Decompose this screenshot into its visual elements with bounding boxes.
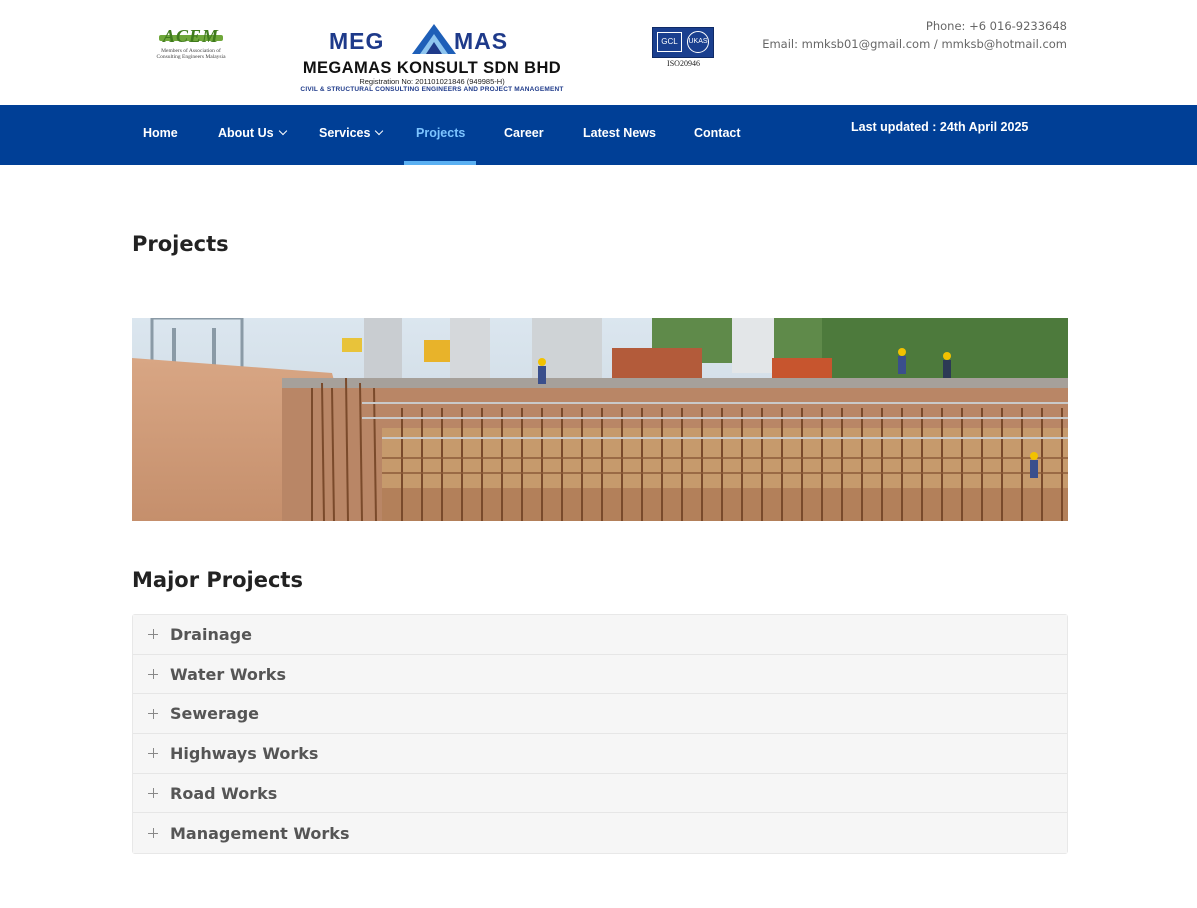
iso-certification-badge: GCL UKAS ISO20946 [652,27,715,68]
accordion-item-highways-works[interactable]: Highways Works [133,734,1067,774]
ukas-check-icon: UKAS [687,31,709,53]
accordion-item-management-works[interactable]: Management Works [133,813,1067,854]
email-text[interactable]: Email: mmksb01@gmail.com / mmksb@hotmail… [762,35,1067,53]
projects-accordion: Drainage Water Works Sewerage Highways W… [132,614,1068,855]
accordion-item-label: Drainage [170,624,252,644]
nav-item-home[interactable]: Home [143,105,178,165]
page-title: Projects [132,232,229,256]
nav-item-projects[interactable]: Projects [416,105,465,165]
logo-word-left: MEG [329,28,385,54]
accordion-item-road-works[interactable]: Road Works [133,773,1067,814]
gcl-logo: GCL [657,32,682,52]
plus-icon [148,629,158,640]
acem-logo-text: Members of Association of Consulting Eng… [156,48,226,60]
accordion-item-label: Water Works [170,664,286,684]
chevron-down-icon [375,126,384,136]
accordion-item-drainage[interactable]: Drainage [133,615,1067,655]
contact-info: Phone: +6 016-9233648 Email: mmksb01@gma… [762,17,1067,53]
plus-icon [148,748,158,759]
nav-item-contact[interactable]: Contact [694,105,741,165]
site-header: ACEM Members of Association of Consultin… [0,0,1197,105]
accordion-item-label: Highways Works [170,743,319,763]
construction-site-banner-image [132,318,1068,521]
chevron-down-icon [278,126,287,136]
acem-logo-mark: ACEM [159,26,223,46]
nav-item-services[interactable]: Services [319,105,384,165]
last-updated-text: Last updated : 24th April 2025 [851,120,1029,134]
accordion-item-label: Road Works [170,783,278,803]
company-name: MEGAMAS KONSULT SDN BHD [302,59,562,77]
iso-code: ISO20946 [667,59,700,68]
accordion-item-label: Management Works [170,823,350,843]
nav-item-latest-news[interactable]: Latest News [583,105,656,165]
accordion-item-water-works[interactable]: Water Works [133,654,1067,695]
megamas-triangle-icon [412,24,456,54]
registration-number: Registration No: 201101021846 (949985-H) [359,77,505,86]
acem-logo: ACEM Members of Association of Consultin… [150,26,232,68]
plus-icon [148,788,158,799]
phone-text: Phone: +6 016-9233648 [925,19,1067,33]
logo-word-right: MAS [454,28,509,54]
section-title-major-projects: Major Projects [132,568,303,592]
plus-icon [148,708,158,719]
nav-item-about-us[interactable]: About Us [218,105,287,165]
accordion-item-sewerage[interactable]: Sewerage [133,694,1067,735]
plus-icon [148,828,158,839]
plus-icon [148,669,158,680]
company-tagline: CIVIL & STRUCTURAL CONSULTING ENGINEERS … [300,86,564,93]
accordion-item-label: Sewerage [170,704,259,724]
company-logo[interactable]: MEG MAS MEGAMAS KONSULT SDN BHD Registra… [256,20,608,94]
nav-item-career[interactable]: Career [504,105,544,165]
active-nav-indicator [404,161,476,165]
